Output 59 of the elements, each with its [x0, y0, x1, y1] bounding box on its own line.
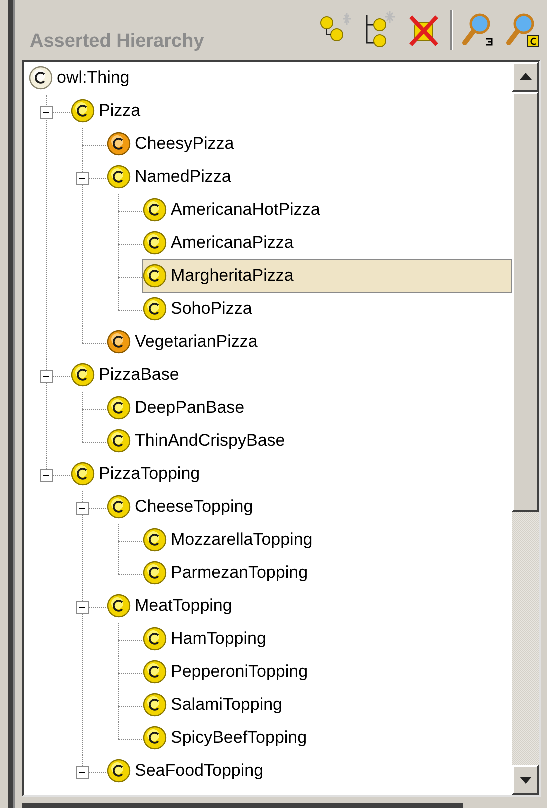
tree-item[interactable]: SeaFoodTopping	[106, 754, 512, 788]
tree-item[interactable]: MeatTopping	[106, 589, 512, 624]
class-icon	[143, 528, 167, 552]
class-icon	[107, 429, 131, 454]
class-icon	[143, 264, 167, 288]
class-icon	[107, 759, 131, 784]
collapse-toggle[interactable]	[40, 370, 53, 383]
class-icon	[143, 693, 167, 718]
down-arrow-icon	[520, 776, 532, 784]
class-icon	[143, 660, 167, 684]
class-icon	[71, 99, 95, 124]
tree-item[interactable]: NamedPizza	[106, 160, 512, 194]
collapse-toggle[interactable]	[40, 106, 53, 119]
class-icon	[71, 363, 95, 388]
tree-item[interactable]: MozzarellaTopping	[142, 523, 512, 558]
class-icon	[29, 66, 53, 90]
class-icon	[143, 198, 167, 222]
class-icon	[107, 396, 131, 420]
class-icon	[143, 726, 167, 750]
class-icon	[107, 495, 131, 520]
tree-item[interactable]: PizzaBase	[70, 358, 512, 392]
scrollbar[interactable]	[512, 62, 539, 795]
class-icon	[143, 627, 167, 652]
class-icon	[107, 165, 131, 190]
tree-item[interactable]: ParmezanTopping	[142, 556, 512, 590]
tree-item[interactable]: CheesyPizza	[106, 127, 512, 162]
panel-title: Asserted Hierarchy	[29, 30, 204, 54]
tree-item[interactable]: Pizza	[70, 94, 512, 128]
collapse-toggle[interactable]	[40, 468, 53, 482]
tree-item[interactable]: PizzaTopping	[70, 457, 512, 492]
tree-item[interactable]: SohoPizza	[142, 292, 512, 326]
class-icon	[107, 132, 131, 156]
scroll-thumb[interactable]	[512, 92, 539, 512]
up-arrow-icon	[520, 73, 532, 80]
scroll-down-button[interactable]	[512, 765, 539, 795]
class-icon	[143, 561, 167, 586]
tree-item[interactable]: CheeseTopping	[106, 490, 512, 524]
class-icon	[71, 462, 95, 486]
class-icon	[107, 330, 131, 354]
tree-item[interactable]: SalamiTopping	[142, 688, 512, 722]
collapse-toggle[interactable]	[76, 600, 89, 614]
collapse-toggle[interactable]	[76, 502, 89, 515]
class-icon	[143, 231, 167, 256]
tree-item[interactable]: AmericanaHotPizza	[142, 193, 512, 228]
tree-item[interactable]: owl:Thing	[28, 62, 512, 96]
collapse-toggle[interactable]	[76, 172, 89, 185]
collapse-toggle[interactable]	[76, 766, 89, 779]
tree-item[interactable]: DeepPanBase	[106, 391, 512, 426]
tree-item[interactable]: AmericanaPizza	[142, 226, 512, 260]
tree-item[interactable]: HamTopping	[142, 622, 512, 656]
splitter-bar[interactable]	[8, 0, 15, 808]
tree-item[interactable]: MargheritaPizza	[142, 259, 512, 294]
tree-item[interactable]: PepperoniTopping	[142, 655, 512, 690]
tree-item[interactable]: SpicyBeefTopping	[142, 721, 512, 756]
class-icon	[143, 297, 167, 322]
tree-item[interactable]: VegetarianPizza	[106, 325, 512, 360]
class-icon	[107, 594, 131, 618]
scroll-up-button[interactable]	[512, 62, 539, 92]
tree-item[interactable]: ThinAndCrispyBase	[106, 424, 512, 458]
